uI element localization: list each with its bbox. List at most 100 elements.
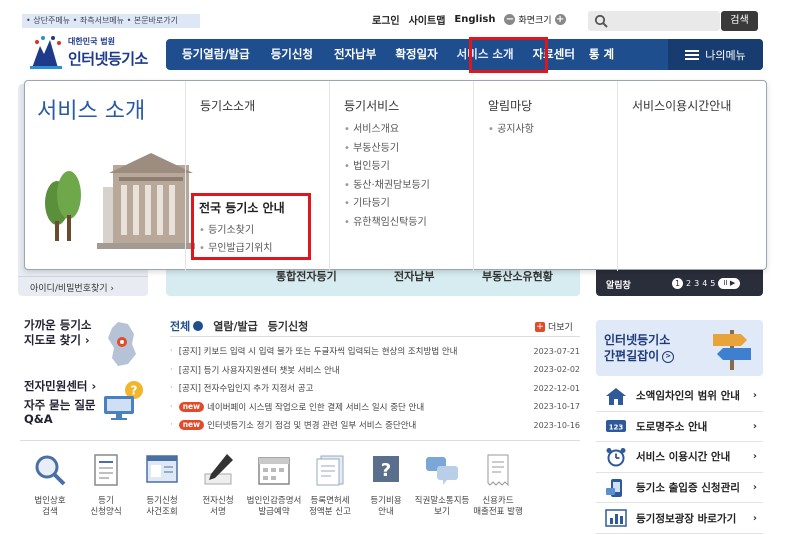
mega-link-real-estate-registry[interactable]: 부동산등기 — [344, 140, 430, 159]
side-link-access-pass[interactable]: 등기소 출입증 신청관리 › — [596, 473, 763, 504]
quick-label: 서명 — [210, 507, 226, 517]
my-menu-button[interactable]: 나의메뉴 — [668, 39, 763, 70]
search-button[interactable]: 검색 — [721, 11, 758, 31]
mega-link-corporate-registry[interactable]: 법인등기 — [344, 158, 430, 177]
mega-col-head[interactable]: 알림마당 — [488, 97, 532, 114]
chevron-right-icon: › — [752, 420, 757, 432]
side-link-label: 소액임차인의 범위 안내 — [636, 390, 740, 403]
english-link[interactable]: English — [454, 14, 495, 25]
chevron-down-icon — [193, 321, 204, 331]
mega-col-head[interactable]: 등기소소개 — [200, 97, 255, 114]
pager-4[interactable]: 4 — [702, 279, 707, 288]
tab-registry-apply[interactable]: 등기신청 — [268, 318, 308, 334]
banner-line2: 간편길잡이 > — [604, 347, 675, 364]
nav-fixed-date[interactable]: 확정일자 — [383, 39, 444, 70]
logo-subtitle: 대한민국 법원 — [68, 37, 115, 46]
arrow-right-icon: > — [662, 350, 675, 363]
pager-pause-play-button[interactable]: II ▶ — [718, 278, 741, 289]
news-date: 2023-02-02 — [533, 365, 581, 375]
quick-label: 신용카드 — [482, 496, 514, 506]
side-link-service-hours[interactable]: 서비스 이용시간 안내 › — [596, 442, 763, 473]
pager-3[interactable]: 3 — [694, 279, 699, 288]
quick-registry-cost-guide[interactable]: ? 등기비용 안내 — [358, 452, 414, 518]
side-link-small-tenant[interactable]: 소액임차인의 범위 안내 › — [596, 381, 763, 412]
mega-link-service-overview[interactable]: 서비스개요 — [344, 121, 430, 140]
korea-map-icon — [108, 322, 136, 366]
news-date: 2023-10-17 — [533, 402, 581, 412]
more-link[interactable]: + 더보기 — [535, 320, 573, 333]
court-emblem-icon — [30, 36, 62, 69]
mega-link-movable-collateral-registry[interactable]: 동산·채권담보등기 — [344, 177, 430, 196]
banner-line2-text: 간편길잡이 — [604, 349, 660, 363]
news-title-wrap: new네이버페이 시스템 작업으로 인한 결제 서비스 일시 중단 안내 — [170, 401, 424, 413]
utility-bar: 로그인 사이트맵 English − 화면크기 + — [372, 12, 566, 27]
quick-label: 직권말소통지등 — [414, 496, 470, 506]
news-row[interactable]: [공지] 등기 사용자지원센터 챗봇 서비스 안내 2023-02-02 — [170, 361, 580, 380]
quick-card-receipt[interactable]: 신용카드 매출전표 발행 — [470, 452, 526, 518]
faq-line2: Q&A — [24, 412, 53, 426]
tab-view-issue[interactable]: 열람/발급 — [213, 318, 258, 334]
nav-e-payment[interactable]: 전자납부 — [320, 39, 383, 70]
my-menu-label: 나의메뉴 — [705, 48, 746, 62]
side-link-registry-data-plaza[interactable]: 등기정보광장 바로가기 › — [596, 503, 763, 534]
mega-col-head[interactable]: 등기서비스 — [344, 97, 399, 114]
mega-link-other-registry[interactable]: 기타등기 — [344, 195, 430, 214]
quick-registry-forms[interactable]: 등기 신청양식 — [78, 452, 134, 518]
news-title: [공지] 전자수입인지 추가 지정서 공고 — [170, 382, 314, 394]
zoom-label: 화면크기 — [518, 16, 552, 26]
site-logo[interactable]: 대한민국 법원 인터넷등기소 — [28, 32, 153, 72]
pager-2[interactable]: 2 — [686, 279, 691, 288]
nav-registry-apply[interactable]: 등기신청 — [257, 39, 320, 70]
quick-label: 등기비용 — [370, 496, 402, 506]
sitemap-link[interactable]: 사이트맵 — [409, 12, 446, 27]
new-badge: new — [178, 420, 205, 431]
skip-links[interactable]: • 상단주메뉴 • 좌측서브메뉴 • 본문바로가기 — [22, 14, 200, 28]
news-list: [공지] 키보드 입력 시 입력 불가 또는 두글자씩 입력되는 현상의 조치방… — [170, 342, 580, 435]
divider — [20, 440, 580, 441]
tab-all-label: 전체 — [170, 320, 191, 333]
faq-link[interactable]: 자주 묻는 질문 Q&A — [24, 398, 96, 426]
pager-5[interactable]: 5 — [710, 279, 715, 288]
nav-statistics[interactable]: 통 계 — [582, 39, 621, 70]
tab-all[interactable]: 전체 — [170, 318, 204, 334]
new-badge: new — [178, 401, 205, 412]
zoom-in-button[interactable]: + — [554, 14, 566, 25]
logo-title: 인터넷등기소 — [68, 50, 148, 68]
pager-1[interactable]: 1 — [672, 278, 683, 289]
quick-e-sign[interactable]: 전자신청 서명 — [190, 452, 246, 518]
login-link[interactable]: 로그인 — [372, 12, 400, 27]
window-list-icon — [146, 455, 178, 483]
mega-link-notices[interactable]: 공지사항 — [488, 121, 534, 140]
mega-col-head[interactable]: 서비스이용시간안내 — [632, 97, 731, 114]
mega-col-list: 서비스개요 부동산등기 법인등기 동산·채권담보등기 기타등기 유한책임신탁등기 — [344, 121, 430, 232]
e-civil-center-link[interactable]: 전자민원센터 › — [24, 378, 96, 394]
quick-label: 전자신청 — [202, 496, 234, 506]
quick-ex-officio-notice[interactable]: 직권말소통지등 보기 — [414, 452, 470, 518]
news-row[interactable]: new인터넷등기소 정기 점검 및 변경 관련 일부 서비스 중단안내 2023… — [170, 416, 580, 435]
news-row[interactable]: [공지] 키보드 입력 시 입력 불가 또는 두글자씩 입력되는 현상의 조치방… — [170, 342, 580, 361]
quick-seal-cert-reservation[interactable]: 법인인감증명서 발급예약 — [246, 452, 302, 518]
house-people-icon — [606, 387, 626, 405]
quick-corp-name-search[interactable]: 법인상호 검색 — [22, 452, 78, 518]
quick-label: 등기 — [98, 496, 114, 506]
news-title: 인터넷등기소 정기 점검 및 변경 관련 일부 서비스 중단안내 — [207, 421, 417, 432]
quick-label: 등록면허세 — [310, 496, 350, 506]
zoom-out-button[interactable]: − — [504, 14, 516, 25]
quick-menu: 법인상호 검색 등기 신청양식 등기신청 사건조회 전자신청 서명 법인인감증명서 발급예… — [22, 452, 582, 518]
quick-case-lookup[interactable]: 등기신청 사건조회 — [134, 452, 190, 518]
quick-label: 매출전표 발행 — [473, 507, 523, 517]
side-link-road-address[interactable]: 123 도로명주소 안내 › — [596, 412, 763, 443]
quick-label: 검색 — [42, 507, 58, 517]
id-card-phone-icon — [606, 478, 622, 497]
nav-registry-view-issue[interactable]: 등기열람/발급 — [166, 39, 257, 70]
mega-link-limited-trust-registry[interactable]: 유한책임신탁등기 — [344, 214, 430, 233]
news-tabs: 전체 열람/발급 등기신청 — [170, 318, 308, 334]
search-input[interactable] — [588, 11, 720, 31]
document-form-icon — [94, 454, 118, 486]
find-id-password-link[interactable]: 아이디/비밀번호찾기 › — [18, 276, 148, 296]
easy-guide-banner[interactable]: 인터넷등기소 간편길잡이 > — [596, 320, 763, 376]
news-row[interactable]: [공지] 전자수입인지 추가 지정서 공고 2022-12-01 — [170, 379, 580, 398]
news-row[interactable]: new네이버페이 시스템 작업으로 인한 결제 서비스 일시 중단 안내 202… — [170, 398, 580, 417]
quick-license-tax-report[interactable]: 등록면허세 정액분 신고 — [302, 452, 358, 518]
courthouse-illustration-icon — [45, 153, 195, 249]
